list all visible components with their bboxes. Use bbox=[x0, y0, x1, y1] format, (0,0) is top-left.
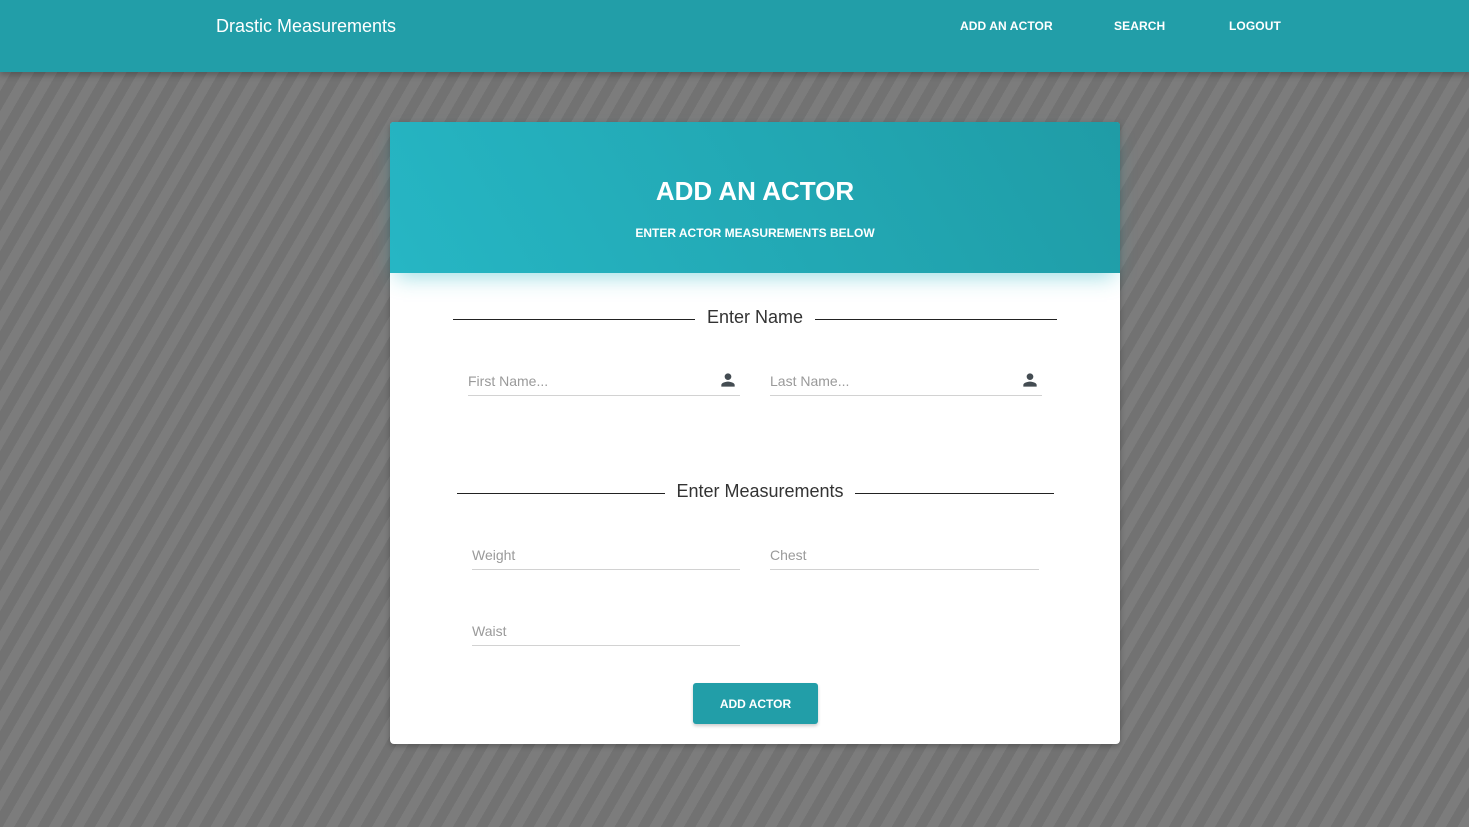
add-actor-button[interactable]: ADD ACTOR bbox=[693, 683, 818, 724]
card-title: ADD AN ACTOR bbox=[655, 176, 855, 206]
add-actor-card: ADD AN ACTOR ENTER ACTOR MEASUREMENTS BE… bbox=[390, 122, 1120, 744]
name-section-title: Enter Name bbox=[706, 307, 804, 327]
weight-input[interactable] bbox=[472, 545, 712, 565]
waist-input[interactable] bbox=[472, 621, 712, 641]
measurements-divider-left bbox=[457, 493, 665, 494]
waist-field bbox=[472, 615, 740, 646]
brand-title[interactable]: Drastic Measurements bbox=[216, 16, 396, 37]
nav-link-logout[interactable]: LOGOUT bbox=[1229, 19, 1281, 33]
last-name-field bbox=[770, 365, 1042, 396]
name-divider-right bbox=[815, 319, 1057, 320]
card-subtitle: ENTER ACTOR MEASUREMENTS BELOW bbox=[635, 226, 875, 240]
measurements-section-title: Enter Measurements bbox=[676, 481, 844, 501]
first-name-field bbox=[468, 365, 740, 396]
nav-link-search[interactable]: SEARCH bbox=[1114, 19, 1165, 33]
person-icon bbox=[1023, 373, 1037, 387]
weight-field bbox=[472, 539, 740, 570]
chest-field bbox=[770, 539, 1039, 570]
first-name-input[interactable] bbox=[468, 371, 708, 391]
card-header: ADD AN ACTOR ENTER ACTOR MEASUREMENTS BE… bbox=[390, 122, 1120, 273]
name-divider-left bbox=[453, 319, 695, 320]
top-navbar: Drastic Measurements ADD AN ACTOR SEARCH… bbox=[0, 0, 1469, 72]
chest-input[interactable] bbox=[770, 545, 1010, 565]
nav-link-add-actor[interactable]: ADD AN ACTOR bbox=[960, 19, 1053, 33]
measurements-divider-right bbox=[855, 493, 1054, 494]
person-icon bbox=[721, 373, 735, 387]
last-name-input[interactable] bbox=[770, 371, 1010, 391]
